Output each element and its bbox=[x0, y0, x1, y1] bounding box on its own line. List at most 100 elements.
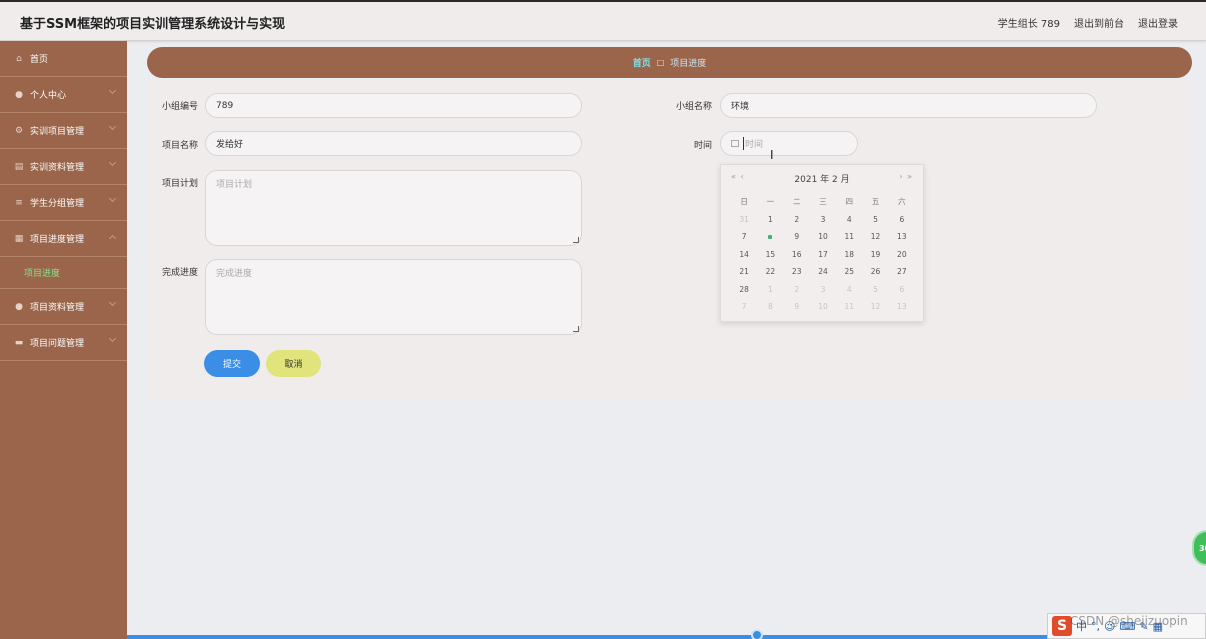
sidebar-item-label: 实训项目管理 bbox=[30, 127, 85, 137]
day-cell[interactable]: 24 bbox=[810, 267, 836, 276]
watermark: CSDN @shejizuopin bbox=[1070, 614, 1188, 628]
weekday: 二 bbox=[792, 197, 801, 207]
sidebar-item-personal-center[interactable]: ● 个人中心 bbox=[0, 77, 127, 113]
day-cell[interactable]: 9 bbox=[784, 302, 810, 311]
day-cell[interactable]: 1 bbox=[757, 215, 783, 224]
day-cell[interactable]: 8 bbox=[757, 302, 783, 311]
date-picker: « ‹ 2021 年 2 月 › » 日 一 二 三 四 五 六 31 1 2 … bbox=[720, 164, 924, 322]
day-cell[interactable]: 11 bbox=[836, 302, 862, 311]
project-name-input[interactable]: 发给好 bbox=[205, 131, 582, 156]
day-cell[interactable]: 18 bbox=[836, 250, 862, 259]
day-cell[interactable]: 4 bbox=[836, 215, 862, 224]
today-marker bbox=[768, 235, 773, 240]
sidebar-item-label: 首页 bbox=[30, 55, 49, 65]
day-cell[interactable]: 31 bbox=[731, 215, 757, 224]
sidebar-item-student-group[interactable]: ≡ 学生分组管理 bbox=[0, 185, 127, 221]
exit-to-front-link[interactable]: 退出到前台 bbox=[1074, 15, 1124, 30]
day-cell[interactable]: 6 bbox=[889, 215, 915, 224]
day-cell[interactable]: 23 bbox=[784, 267, 810, 276]
sidebar-item-project-issue[interactable]: ▬ 项目问题管理 bbox=[0, 325, 127, 361]
day-cell[interactable]: 6 bbox=[889, 285, 915, 294]
chevron-down-icon bbox=[108, 194, 117, 203]
weekday: 三 bbox=[819, 197, 827, 207]
day-cell[interactable]: 14 bbox=[731, 250, 757, 259]
submit-button[interactable]: 提交 bbox=[204, 350, 260, 377]
day-cell[interactable]: 25 bbox=[836, 267, 862, 276]
day-cell[interactable]: 15 bbox=[757, 250, 783, 259]
day-cell[interactable]: 10 bbox=[810, 232, 836, 241]
date-picker-header: « ‹ 2021 年 2 月 › » bbox=[721, 171, 923, 187]
week-row: 7 8 9 10 11 12 13 bbox=[731, 298, 915, 316]
sidebar-item-label: 项目进度管理 bbox=[30, 235, 85, 245]
day-cell[interactable]: 5 bbox=[862, 285, 888, 294]
sidebar-item-label: 项目问题管理 bbox=[30, 339, 85, 349]
group-name-input[interactable]: 环境 bbox=[720, 93, 1097, 118]
plan-placeholder: 项目计划 bbox=[216, 180, 253, 190]
sidebar-item-progress-management[interactable]: ▦ 项目进度管理 bbox=[0, 221, 127, 257]
day-cell[interactable]: 28 bbox=[731, 285, 757, 294]
day-cell[interactable]: 16 bbox=[784, 250, 810, 259]
chevron-up-icon bbox=[108, 234, 117, 243]
logout-link[interactable]: 退出登录 bbox=[1138, 15, 1178, 30]
day-cell[interactable]: 2 bbox=[784, 215, 810, 224]
sidebar-subitem-project-progress[interactable]: 项目进度 bbox=[0, 257, 127, 289]
week-row: 14 15 16 17 18 19 20 bbox=[731, 246, 915, 264]
sidebar-item-training-material[interactable]: ▤ 实训资料管理 bbox=[0, 149, 127, 185]
breadcrumb-current: 项目进度 bbox=[670, 59, 707, 69]
weekday: 一 bbox=[766, 197, 775, 207]
bottom-progress-line bbox=[127, 635, 1206, 639]
user-icon: ● bbox=[15, 301, 23, 312]
day-cell[interactable]: 27 bbox=[889, 267, 915, 276]
day-cell[interactable]: 26 bbox=[862, 267, 888, 276]
day-cell[interactable]: 5 bbox=[862, 215, 888, 224]
sidebar: ⌂ 首页 ● 个人中心 ⚙ 实训项目管理 ▤ 实训资料管理 ≡ 学生分组管理 ▦… bbox=[0, 41, 127, 639]
day-cell[interactable]: 12 bbox=[862, 302, 888, 311]
time-input[interactable]: 时间 bbox=[720, 131, 858, 156]
day-cell[interactable]: 2 bbox=[784, 285, 810, 294]
day-cell[interactable]: 3 bbox=[810, 215, 836, 224]
breadcrumb-home[interactable]: 首页 bbox=[633, 56, 651, 69]
weekday: 六 bbox=[898, 197, 906, 207]
bottom-handle[interactable] bbox=[751, 629, 763, 639]
time-label: 时间 bbox=[693, 141, 712, 151]
text-cursor-icon: I bbox=[770, 148, 774, 162]
day-cell[interactable]: 7 bbox=[731, 302, 757, 311]
sidebar-item-label: 实训资料管理 bbox=[30, 163, 85, 173]
group-no-input[interactable]: 789 bbox=[205, 93, 582, 118]
day-cell[interactable]: 4 bbox=[836, 285, 862, 294]
progress-placeholder: 完成进度 bbox=[216, 269, 253, 279]
day-cell[interactable]: 22 bbox=[757, 267, 783, 276]
day-cell[interactable]: 1 bbox=[757, 285, 783, 294]
today-cell[interactable] bbox=[757, 232, 783, 241]
day-cell[interactable]: 17 bbox=[810, 250, 836, 259]
progress-label: 完成进度 bbox=[161, 268, 198, 278]
cancel-button[interactable]: 取消 bbox=[266, 350, 321, 377]
day-cell[interactable]: 12 bbox=[862, 232, 888, 241]
sidebar-item-project-material[interactable]: ● 项目资料管理 bbox=[0, 289, 127, 325]
day-cell[interactable]: 7 bbox=[731, 232, 757, 241]
day-cell[interactable]: 13 bbox=[889, 302, 915, 311]
day-cell[interactable]: 9 bbox=[784, 232, 810, 241]
week-row: 31 1 2 3 4 5 6 bbox=[731, 211, 915, 229]
progress-textarea[interactable]: 完成进度 bbox=[205, 259, 582, 335]
day-cell[interactable]: 11 bbox=[836, 232, 862, 241]
sidebar-item-training-project[interactable]: ⚙ 实训项目管理 bbox=[0, 113, 127, 149]
day-cell[interactable]: 3 bbox=[810, 285, 836, 294]
resize-handle[interactable] bbox=[573, 326, 579, 332]
sidebar-item-home[interactable]: ⌂ 首页 bbox=[0, 41, 127, 77]
floating-badge[interactable]: 30 bbox=[1192, 530, 1206, 566]
day-cell[interactable]: 20 bbox=[889, 250, 915, 259]
day-cell[interactable]: 21 bbox=[731, 267, 757, 276]
weekday-row: 日 一 二 三 四 五 六 bbox=[731, 193, 915, 211]
day-cell[interactable]: 19 bbox=[862, 250, 888, 259]
sogou-logo-icon[interactable]: S bbox=[1052, 616, 1072, 636]
chevron-down-icon bbox=[108, 158, 117, 167]
plan-label: 项目计划 bbox=[161, 179, 198, 189]
time-placeholder: 时间 bbox=[743, 137, 763, 150]
next-month-button[interactable]: › » bbox=[899, 172, 913, 181]
day-cell[interactable]: 13 bbox=[889, 232, 915, 241]
day-cell[interactable]: 10 bbox=[810, 302, 836, 311]
plan-textarea[interactable]: 项目计划 bbox=[205, 170, 582, 246]
chevron-down-icon bbox=[108, 122, 117, 131]
resize-handle[interactable] bbox=[573, 237, 579, 243]
